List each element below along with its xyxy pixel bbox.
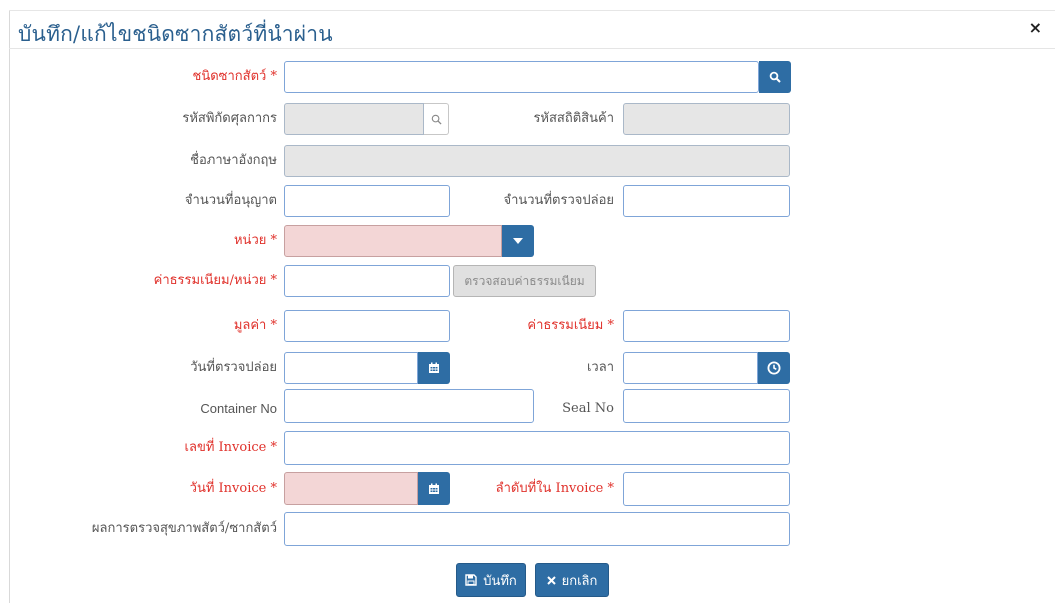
stat-code-label: รหัสสถิติสินค้า — [533, 111, 614, 126]
invoice-seq-input[interactable] — [623, 472, 790, 506]
value-label: มูลค่า * — [233, 318, 277, 333]
release-date-input[interactable] — [284, 352, 418, 384]
seal-no-label: Seal No — [562, 401, 614, 416]
fee-per-unit-input[interactable] — [284, 265, 450, 297]
fee-per-unit-label: ค่าธรรมเนียม/หน่วย * — [153, 273, 277, 288]
time-picker-button[interactable] — [758, 352, 790, 384]
times-icon — [546, 575, 556, 585]
container-no-input[interactable] — [284, 389, 534, 423]
tariff-search-button[interactable] — [424, 103, 449, 135]
permitted-qty-input[interactable] — [284, 185, 450, 217]
check-fee-button[interactable]: ตรวจสอบค่าธรรมเนียม — [453, 265, 596, 297]
search-icon — [769, 71, 781, 83]
released-qty-label: จำนวนที่ตรวจปล่อย — [503, 193, 614, 208]
invoice-no-input[interactable] — [284, 431, 790, 465]
fee-input[interactable] — [623, 310, 790, 342]
invoice-date-picker-button[interactable] — [418, 472, 450, 505]
seal-no-input[interactable] — [623, 389, 790, 423]
released-qty-input[interactable] — [623, 185, 790, 217]
caret-down-icon — [513, 238, 523, 244]
stat-code-input[interactable] — [623, 103, 790, 135]
cancel-button[interactable]: ยกเลิก — [535, 563, 609, 597]
invoice-no-label: เลขที่ Invoice * — [184, 440, 277, 455]
time-label: เวลา — [586, 360, 614, 375]
tariff-code-input[interactable] — [284, 103, 424, 135]
search-icon — [431, 114, 442, 125]
carcass-search-button[interactable] — [759, 61, 791, 93]
health-result-input[interactable] — [284, 512, 790, 546]
english-name-label: ชื่อภาษาอังกฤษ — [190, 153, 277, 168]
unit-label: หน่วย * — [233, 233, 277, 248]
title-divider — [9, 48, 1055, 49]
release-date-picker-button[interactable] — [418, 352, 450, 384]
time-input[interactable] — [623, 352, 758, 384]
modal-border — [9, 10, 10, 603]
health-result-label: ผลการตรวจสุขภาพสัตว์/ซากสัตว์ — [91, 521, 277, 536]
tariff-code-label: รหัสพิกัดศุลกากร — [182, 111, 277, 126]
unit-select[interactable] — [284, 225, 502, 257]
carcass-type-label: ชนิดซากสัตว์ * — [192, 69, 277, 84]
floppy-disk-icon — [465, 574, 477, 586]
invoice-date-input[interactable] — [284, 472, 418, 505]
release-date-label: วันที่ตรวจปล่อย — [190, 360, 277, 375]
modal-border-top — [9, 10, 1055, 11]
invoice-date-label: วันที่ Invoice * — [189, 481, 277, 496]
save-button[interactable]: บันทึก — [456, 563, 526, 597]
close-icon[interactable]: × — [1029, 20, 1042, 36]
english-name-input[interactable] — [284, 145, 790, 177]
save-button-label: บันทึก — [483, 573, 517, 589]
invoice-seq-label: ลำดับที่ใน Invoice * — [495, 481, 614, 496]
dialog-title: บันทึก/แก้ไขชนิดซากสัตว์ที่นำผ่าน — [18, 22, 333, 46]
permitted-qty-label: จำนวนที่อนุญาต — [184, 193, 277, 208]
cancel-button-label: ยกเลิก — [561, 573, 598, 589]
container-no-label: Container No — [200, 401, 277, 416]
clock-icon — [767, 361, 781, 375]
fee-label: ค่าธรรมเนียม * — [527, 318, 614, 333]
calendar-icon — [429, 483, 439, 494]
unit-dropdown-button[interactable] — [502, 225, 534, 257]
carcass-type-input[interactable] — [284, 61, 759, 93]
value-input[interactable] — [284, 310, 450, 342]
calendar-icon — [429, 362, 439, 373]
